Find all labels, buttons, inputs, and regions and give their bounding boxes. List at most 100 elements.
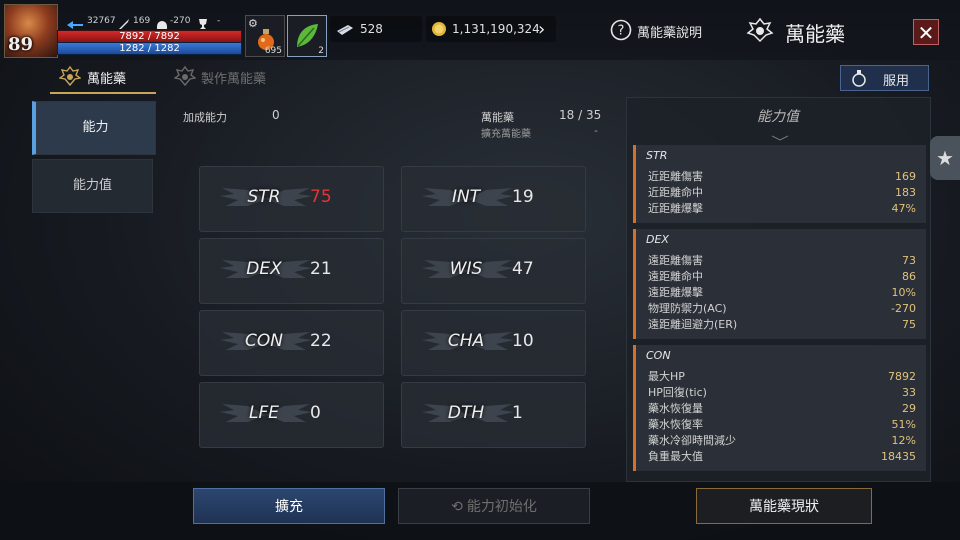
section-header: DEX xyxy=(646,233,669,246)
stat-row-label: 藥水恢復量 xyxy=(648,402,703,415)
elixir-status-button[interactable]: 萬能藥現狀 xyxy=(696,488,872,524)
stat-row-label: 遠距離迴避力(ER) xyxy=(648,318,738,331)
stat-row-label: 最大HP xyxy=(648,370,685,383)
stat-row-value: 169 xyxy=(895,170,916,183)
stat-row: 藥水恢復量 29 xyxy=(648,401,916,417)
ticket-icon xyxy=(336,22,354,41)
nav-ability-label: 能力 xyxy=(82,120,109,135)
stat-row-value: 10% xyxy=(891,286,916,299)
tab-craft-elixir[interactable]: 製作萬能藥 xyxy=(201,68,266,87)
stat-row-value: 47% xyxy=(891,202,916,215)
stat-box-cha[interactable]: CHA 10 xyxy=(401,310,586,376)
stat-row-label: 近距離命中 xyxy=(648,186,703,199)
elixir-tab-icon xyxy=(58,65,82,87)
potion-slot[interactable]: ⚙ 695 xyxy=(245,15,285,57)
stat-row-label: 物理防禦力(AC) xyxy=(648,302,727,315)
attack-value: 169 xyxy=(133,16,151,26)
stat-row-label: 負重最大值 xyxy=(648,450,703,463)
stat-row-label: 藥水冷卻時間減少 xyxy=(648,434,736,447)
stat-row-label: HP回復(tic) xyxy=(648,386,707,399)
stat-section-str: STR 近距離傷害 169 近距離命中 183 近距離爆擊 47% xyxy=(633,145,926,223)
stat-row-value: 29 xyxy=(902,402,916,415)
use-button[interactable]: 服用 xyxy=(840,65,929,91)
stat-row-label: 遠距離傷害 xyxy=(648,254,703,267)
mp-text: 1282 / 1282 xyxy=(119,43,180,54)
leaf-count: 2 xyxy=(318,46,324,56)
stat-name: DEX xyxy=(246,259,282,279)
stat-box-con[interactable]: CON 22 xyxy=(199,310,384,376)
stat-row-label: 遠距離命中 xyxy=(648,270,703,283)
active-tab-underline xyxy=(50,92,156,94)
close-icon: ✕ xyxy=(917,21,935,45)
stat-box-dth[interactable]: DTH 1 xyxy=(401,382,586,448)
stat-name: DTH xyxy=(447,403,485,423)
stat-box-lfe[interactable]: LFE 0 xyxy=(199,382,384,448)
question-icon[interactable]: ? xyxy=(610,19,632,41)
stats-panel-title: 能力值 xyxy=(757,109,799,125)
stat-row-value: 183 xyxy=(895,186,916,199)
gold-value: 1,131,190,324 xyxy=(452,22,540,36)
sword-icon xyxy=(118,15,130,29)
stat-name: WIS xyxy=(449,259,483,279)
helmet-icon xyxy=(156,15,168,29)
stat-value: 10 xyxy=(512,331,534,351)
stat-name: INT xyxy=(451,187,481,207)
stat-row-value: 73 xyxy=(902,254,916,267)
stat-box-dex[interactable]: DEX 21 xyxy=(199,238,384,304)
stat-value: 21 xyxy=(310,259,332,279)
stat-value: 0 xyxy=(310,403,321,423)
mp-bar: 1282 / 1282 xyxy=(57,42,242,55)
stat-row: 遠距離傷害 73 xyxy=(648,253,916,269)
expand-elixir-value: - xyxy=(594,124,598,137)
nav-ability-value[interactable]: 能力值 xyxy=(32,159,153,213)
elixir-count: 18 / 35 xyxy=(559,108,602,122)
elixir-status-label: 萬能藥現狀 xyxy=(749,499,819,515)
stat-value: 1 xyxy=(512,403,523,423)
expand-button[interactable]: 擴充 xyxy=(193,488,385,524)
player-level: 89 xyxy=(8,34,34,55)
power-icon xyxy=(66,15,84,29)
stat-name: CON xyxy=(245,331,283,351)
stat-row: 遠距離爆擊 10% xyxy=(648,285,916,301)
stat-row-label: 近距離爆擊 xyxy=(648,202,703,215)
close-button[interactable]: ✕ xyxy=(913,19,939,45)
stat-row-value: 7892 xyxy=(888,370,916,383)
help-label[interactable]: 萬能藥說明 xyxy=(637,22,702,41)
leaf-icon xyxy=(297,24,318,47)
stat-row-value: 75 xyxy=(902,318,916,331)
stat-name: LFE xyxy=(249,403,279,423)
trophy-icon xyxy=(197,15,209,29)
tab-elixir[interactable]: 萬能藥 xyxy=(87,68,126,87)
nav-ability[interactable]: 能力 xyxy=(32,101,156,155)
stat-box-str[interactable]: STR 75 xyxy=(199,166,384,232)
stat-name: CHA xyxy=(447,331,485,351)
stat-row: 近距離爆擊 47% xyxy=(648,201,916,217)
stat-row-value: 18435 xyxy=(881,450,916,463)
elixir-emblem-icon xyxy=(746,17,774,43)
reset-ability-button[interactable]: ⟲ 能力初始化 xyxy=(398,488,590,524)
stat-row: 遠距離命中 86 xyxy=(648,269,916,285)
section-header: CON xyxy=(646,349,671,362)
section-header: STR xyxy=(646,149,668,162)
stat-row-value: 86 xyxy=(902,270,916,283)
stat-box-wis[interactable]: WIS 47 xyxy=(401,238,586,304)
leaf-slot[interactable]: 2 xyxy=(287,15,327,57)
refresh-icon: ⟲ xyxy=(451,499,463,515)
stat-row: HP回復(tic) 33 xyxy=(648,385,916,401)
ornament-icon xyxy=(771,126,789,141)
power-value: 32767 xyxy=(87,16,116,26)
stat-section-con: CON 最大HP 7892 HP回復(tic) 33 藥水恢復量 29 藥水恢復率 51% 藥水冷… xyxy=(633,345,926,471)
stat-value: 75 xyxy=(310,187,332,207)
stat-row-value: -270 xyxy=(891,302,916,315)
tab-bar xyxy=(0,62,960,96)
stat-box-int[interactable]: INT 19 xyxy=(401,166,586,232)
favorite-side-tab[interactable]: ★ xyxy=(930,136,960,180)
stat-row-value: 12% xyxy=(891,434,916,447)
chevron-right-icon[interactable]: › xyxy=(538,19,545,40)
stat-section-dex: DEX 遠距離傷害 73 遠距離命中 86 遠距離爆擊 10% 物理防禦力(AC) -270 遠距… xyxy=(633,229,926,339)
stat-value: 19 xyxy=(512,187,534,207)
stat-row: 物理防禦力(AC) -270 xyxy=(648,301,916,317)
flask-icon xyxy=(851,69,867,91)
stat-value: 22 xyxy=(310,331,332,351)
page-title: 萬能藥 xyxy=(785,22,845,46)
